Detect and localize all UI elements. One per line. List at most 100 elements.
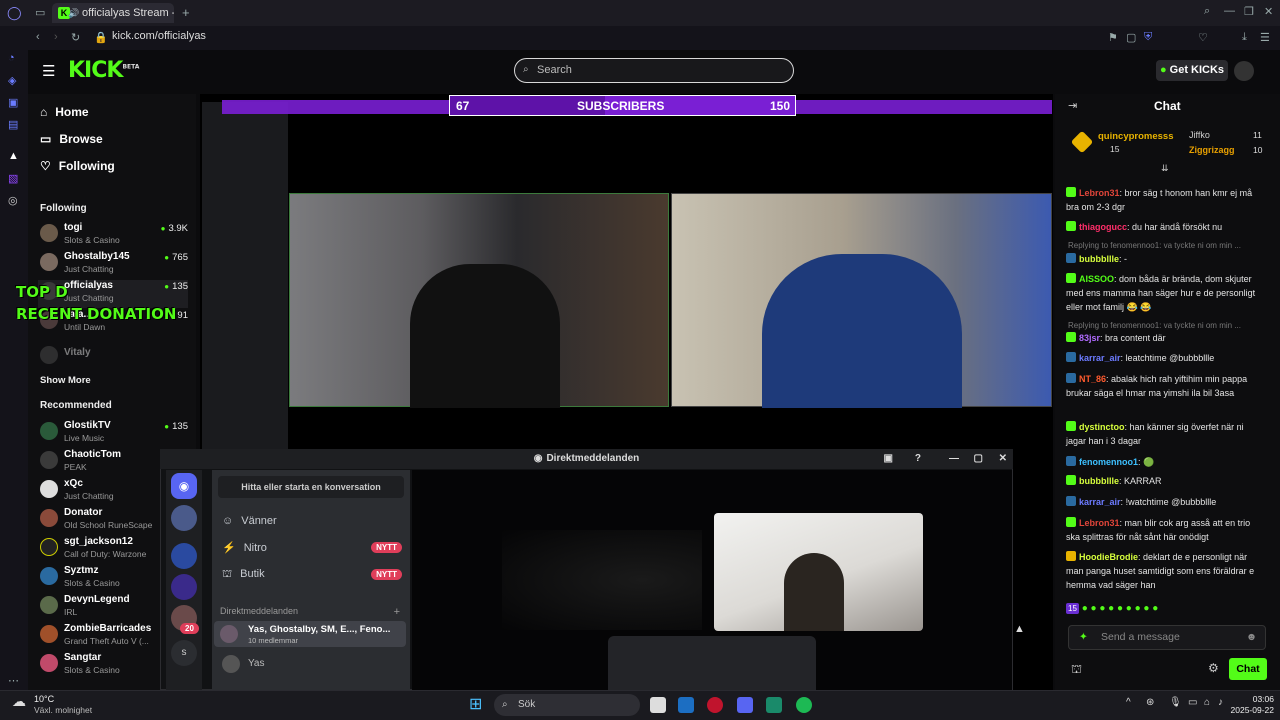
sidebar-twitch-icon[interactable]: ▧ [8,172,18,185]
close-icon[interactable]: ✕ [1264,5,1273,18]
find-conversation-button[interactable]: Hitta eller starta en konversation [218,476,404,498]
sidebar-discord-icon[interactable]: ◎ [8,194,18,207]
user-avatar[interactable] [1234,61,1254,81]
get-kicks-button[interactable]: ● Get KICKs [1156,60,1228,81]
display-icon[interactable]: ▭ [1188,697,1197,708]
weather-icon[interactable]: ☁ [12,693,26,710]
call-bottom-tile [608,636,816,690]
url-field[interactable]: kick.com/officialyas [112,30,206,42]
download-icon[interactable]: ⤓ [1242,31,1247,44]
menu-icon[interactable]: ☰ [1260,31,1270,44]
search-tabs-icon[interactable]: ⌕ [1204,5,1210,18]
server-icon[interactable] [171,543,197,569]
chat-username[interactable]: karrar_air [1079,497,1121,507]
show-more-button[interactable]: Show More [40,375,91,386]
recommended-channel[interactable]: GlostikTV Live Music 135 [38,420,188,448]
emoji-icon[interactable]: ☻ [1246,626,1257,649]
chat-message-input[interactable]: ✦ Send a message ☻ [1068,625,1266,650]
chat-username[interactable]: bubbbllle [1079,476,1119,486]
sidebar-icon-2[interactable]: ◈ [8,74,16,87]
window-maximize-icon[interactable]: ▢ [974,449,983,469]
chat-username[interactable]: bubbbllle [1079,254,1119,264]
sidebar-icon-4[interactable]: ▤ [8,118,18,131]
clock-time[interactable]: 03:06 [1236,694,1274,704]
tray-chevron-icon[interactable]: ^ [1126,697,1131,708]
windows-start-icon[interactable]: ⊞ [469,694,482,714]
forward-icon[interactable]: › [54,31,58,43]
tray-app-icon[interactable]: ⊛ [1146,697,1154,708]
kick-logo[interactable]: KICKBETA [68,58,139,83]
clock-date[interactable]: 2025-09-22 [1226,705,1274,715]
chat-username[interactable]: HoodieBrodie [1079,552,1138,562]
nav-following[interactable]: ♡ Following [40,159,115,173]
scroll-down-icon[interactable]: ⇊ [1161,163,1169,174]
opera-logo-icon[interactable]: ◯ [7,5,22,21]
chat-username[interactable]: 83jsr [1079,333,1100,343]
following-channel[interactable]: Ghostalby145 Just Chatting 765 [38,251,188,279]
discord-taskbar-icon[interactable] [737,697,753,713]
window-minimize-icon[interactable]: — [949,449,959,469]
snapshot-icon[interactable]: ▢ [1126,31,1136,44]
sidebar-icon-1[interactable]: ◔ [8,52,15,64]
server-icon[interactable] [171,505,197,531]
chat-store-icon[interactable]: ⛫ [1071,662,1082,678]
heart-icon[interactable]: ♡ [1198,31,1208,44]
chat-settings-icon[interactable]: ⚙ [1208,661,1219,675]
app-icon[interactable] [766,697,782,713]
microphone-icon[interactable]: 🎙 [1169,697,1182,708]
bookmark-icon[interactable]: ⚑ [1108,31,1118,44]
chat-username[interactable]: karrar_air [1079,353,1121,363]
emote-icons[interactable]: ● ● ● ● ● ● ● ● ● [1082,603,1159,614]
minimize-icon[interactable]: — [1224,5,1235,17]
taskbar-search[interactable]: ⌕ Sök [494,694,640,716]
dm-conversation-active[interactable]: Yas, Ghostalby, SM, E..., Feno... 10 med… [214,621,406,647]
search-input[interactable]: ⌕ Search [514,58,794,83]
back-icon[interactable]: ‹ [36,31,40,43]
outlook-icon[interactable] [678,697,694,713]
reload-icon[interactable]: ↻ [71,31,80,44]
sidebar-kick-icon[interactable]: ▲ [8,150,19,162]
window-close-icon[interactable]: ✕ [999,449,1007,469]
tab-overview-icon[interactable]: ▭ [35,6,45,19]
network-icon[interactable]: ⌂ [1204,697,1210,708]
spotify-icon[interactable] [796,697,812,713]
file-explorer-icon[interactable] [650,697,666,713]
chat-send-button[interactable]: Chat [1229,658,1267,680]
chat-username[interactable]: dystinctoo [1079,422,1125,432]
server-icon[interactable] [171,574,197,600]
search-icon: ⌕ [523,64,529,75]
nav-browse[interactable]: ▭ Browse [40,132,103,146]
chat-username[interactable]: thiagogucc [1079,222,1127,232]
dm-conversation[interactable]: Yas [214,653,406,677]
discord-home-icon[interactable]: ◉ [171,473,197,499]
channel-category: PEAK [64,462,87,472]
inbox-icon[interactable]: ▣ [884,449,893,469]
server-mention-badge: 20 [180,623,199,634]
chat-username[interactable]: NT_86 [1079,374,1106,384]
help-icon[interactable]: ? [915,449,921,469]
collapse-chat-icon[interactable]: ⇥ [1068,99,1077,112]
sidebar-icon-3[interactable]: ▣ [8,96,18,109]
hamburger-menu-icon[interactable]: ☰ [42,62,55,80]
channel-avatar [40,509,58,527]
chat-username[interactable]: fenomennoo1 [1079,457,1138,467]
following-channel-offline[interactable]: Vitaly [38,344,188,372]
new-tab-icon[interactable]: + [182,5,190,20]
maximize-icon[interactable]: ❐ [1244,5,1254,18]
chat-username[interactable]: Lebron31 [1079,188,1120,198]
server-icon[interactable]: s [171,640,197,666]
dm-item-nitro[interactable]: ⚡ Nitro NYTT [222,541,402,554]
vpn-shield-icon[interactable]: ⛨ [1144,31,1152,44]
chat-username[interactable]: Lebron31 [1079,518,1120,528]
sidebar-more-icon[interactable]: ⋯ [8,674,19,687]
dm-item-friends[interactable]: ☺ Vänner [222,515,402,527]
add-dm-icon[interactable]: + [394,606,400,618]
volume-icon[interactable]: ♪ [1218,697,1223,708]
tab-kick-stream[interactable]: K 🔊 officialyas Stream - W [52,3,174,23]
following-channel[interactable]: togi Slots & Casino 3.9K [38,222,188,250]
chat-username[interactable]: AISSOO [1079,274,1114,284]
dm-item-shop[interactable]: ⛫ Butik NYTT [222,568,402,582]
dm-section-label: Direktmeddelanden [220,606,299,616]
nav-home[interactable]: ⌂ Home [40,105,89,119]
opera-icon[interactable] [707,697,723,713]
